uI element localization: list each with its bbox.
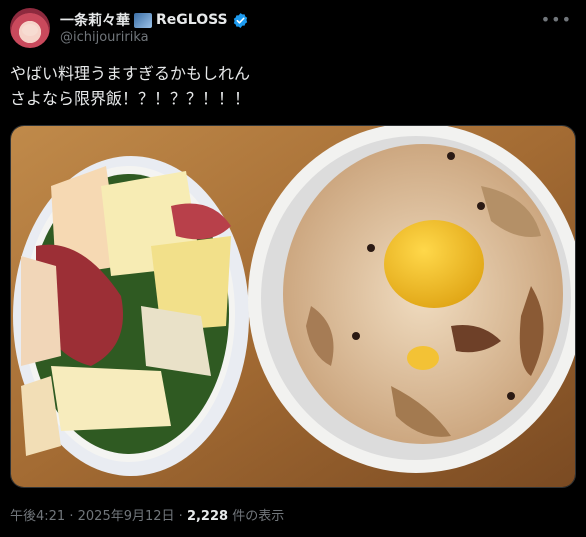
- tweet-date[interactable]: 2025年9月12日: [78, 509, 175, 524]
- handle[interactable]: @ichijouririka: [60, 30, 149, 45]
- food-photo-illustration: [11, 126, 575, 487]
- rice-bowl: [248, 126, 575, 473]
- more-options-icon[interactable]: •••: [541, 10, 572, 29]
- salad-bowl: [13, 156, 249, 476]
- tweet-time[interactable]: 午後4:21: [10, 509, 65, 524]
- views-count[interactable]: 2,228: [187, 509, 228, 524]
- display-name[interactable]: 一条莉々華: [60, 10, 130, 30]
- avatar[interactable]: [10, 8, 50, 48]
- verified-badge-icon: [233, 12, 247, 28]
- tweet-header: 一条莉々華 ReGLOSS @ichijouririka •••: [10, 8, 576, 52]
- meta-separator: ·: [178, 509, 183, 524]
- tweet-photo[interactable]: [10, 125, 576, 488]
- tweet-date-separator: ·: [69, 509, 74, 524]
- unit-name[interactable]: ReGLOSS: [156, 12, 228, 28]
- views-label: 件の表示: [232, 509, 285, 524]
- unit-badge-icon: [134, 12, 152, 28]
- tweet-text: やばい料理うますぎるかもしれん さよなら限界飯！？！？？！！！: [10, 64, 251, 108]
- name-row: 一条莉々華 ReGLOSS: [60, 10, 249, 30]
- tweet-meta: 午後4:21 · 2025年9月12日 · 2,228 件の表示: [10, 505, 284, 524]
